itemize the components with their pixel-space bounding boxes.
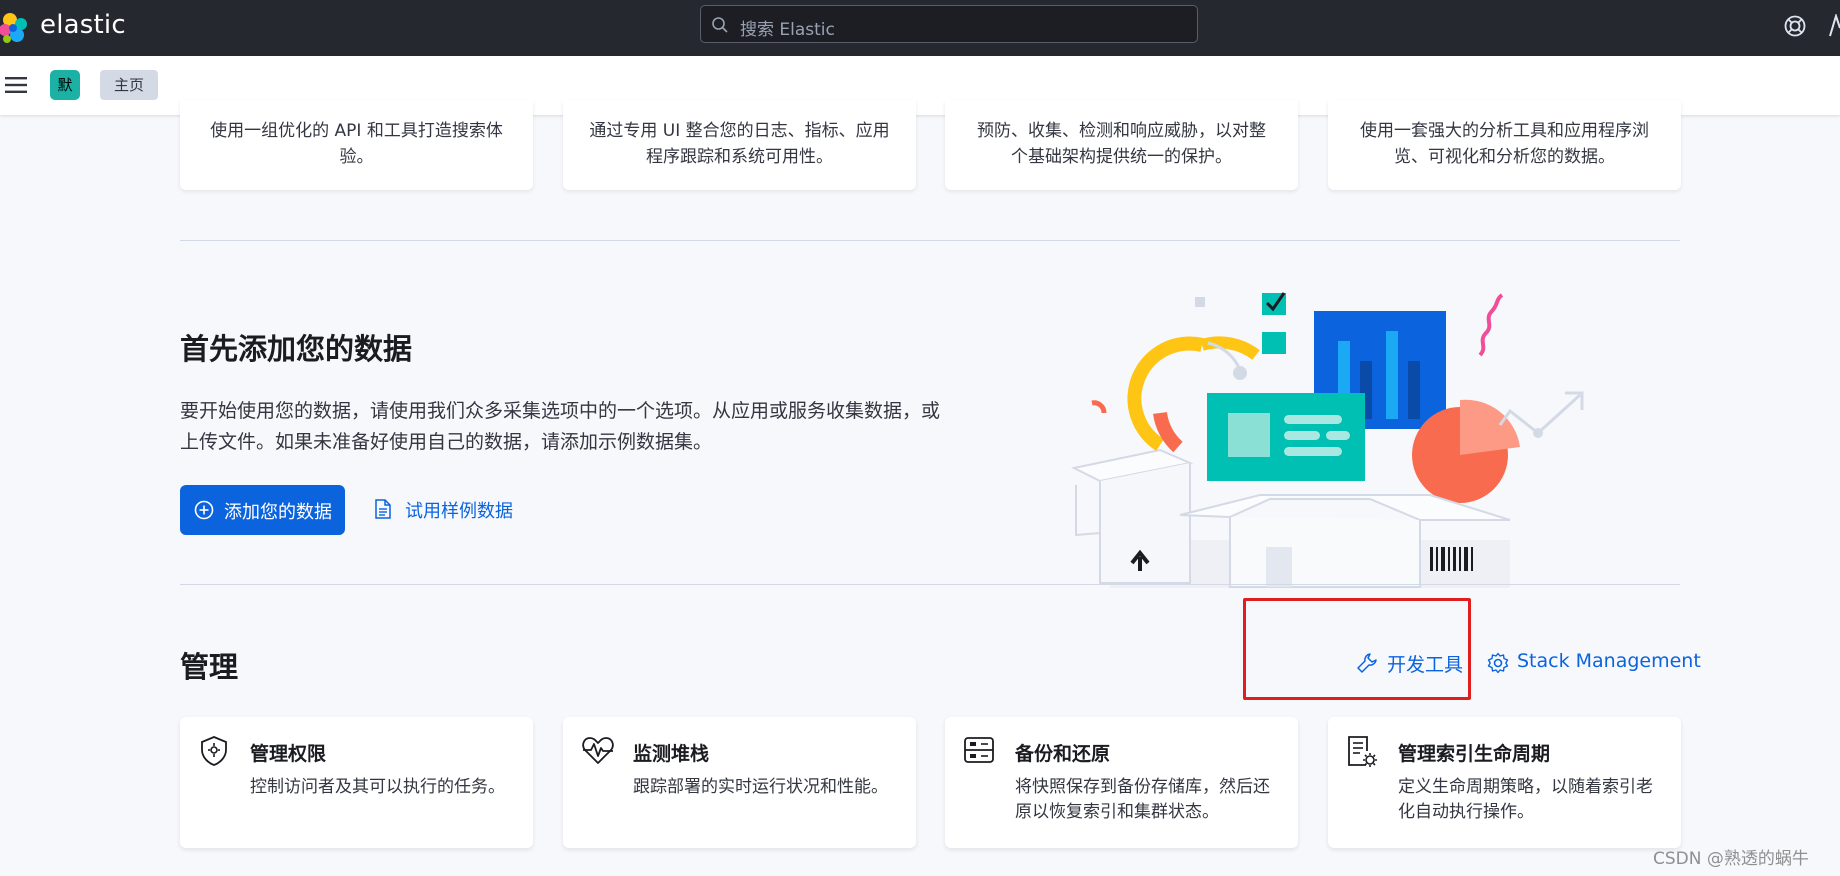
search-input[interactable]: 搜索 Elastic [700,5,1198,43]
solution-card-desc: 使用一组优化的 API 和工具打造搜索体验。 [210,121,503,167]
add-data-description: 要开始使用您的数据，请使用我们众多采集选项中的一个选项。从应用或服务收集数据，或… [180,400,941,453]
solution-card-desc: 使用一套强大的分析工具和应用程序浏览、可视化和分析您的数据。 [1360,121,1649,167]
elastic-logo[interactable] [0,11,30,45]
card-desc: 定义生命周期策略，以随着索引老化自动执行操作。 [1398,777,1653,822]
solution-card-desc: 通过专用 UI 整合您的日志、指标、应用程序跟踪和系统可用性。 [589,121,890,167]
heartbeat-icon [582,737,614,764]
card-desc: 将快照保存到备份存储库，然后还原以恢复索引和集群状态。 [1015,777,1270,822]
menu-icon[interactable] [5,77,27,93]
lifecycle-icon [1348,736,1377,767]
card-desc: 跟踪部署的实时运行状况和性能。 [633,777,888,797]
card-desc: 控制访问者及其可以执行的任务。 [250,777,505,797]
search-icon [712,17,728,33]
stack-management-label: Stack Management [1517,650,1701,672]
section-divider [180,240,1680,241]
plus-circle-icon [194,500,214,520]
add-data-illustration [1070,292,1584,588]
document-icon [375,499,391,519]
solution-card-observability[interactable]: 通过专用 UI 整合您的日志、指标、应用程序跟踪和系统可用性。 [563,100,916,190]
solution-card-desc: 预防、收集、检测和响应威胁，以对整个基础架构提供统一的保护。 [977,121,1266,167]
space-avatar[interactable]: 默 [50,70,80,100]
breadcrumb-home[interactable]: 主页 [100,70,159,100]
add-data-button[interactable]: 添加您的数据 [180,485,345,535]
top-header: elastic 搜索 Elastic [0,0,1840,57]
watermark: CSDN @熟透的蜗牛 [1653,849,1809,869]
storage-icon [964,737,994,763]
user-icon[interactable] [1828,14,1840,38]
card-index-lifecycle[interactable]: 管理索引生命周期 定义生命周期策略，以随着索引老化自动执行操作。 [1328,717,1681,848]
card-title: 监测堆栈 [633,743,710,765]
gear-icon [1487,652,1509,674]
section-divider [180,584,1680,585]
help-icon[interactable] [1783,14,1807,38]
card-title: 备份和还原 [1015,743,1111,765]
shield-icon [201,736,227,766]
add-data-title: 首先添加您的数据 [180,332,413,366]
solution-card-analytics[interactable]: 使用一套强大的分析工具和应用程序浏览、可视化和分析您的数据。 [1328,100,1681,190]
manage-title: 管理 [180,650,239,684]
solution-card-search[interactable]: 使用一组优化的 API 和工具打造搜索体验。 [180,100,533,190]
add-data-button-label: 添加您的数据 [224,502,332,523]
card-title: 管理索引生命周期 [1398,743,1551,765]
card-title: 管理权限 [250,743,327,765]
search-placeholder: 搜索 Elastic [740,20,835,40]
highlight-box [1243,598,1471,700]
card-snapshot-restore[interactable]: 备份和还原 将快照保存到备份存储库，然后还原以恢复索引和集群状态。 [945,717,1298,848]
card-monitor-stack[interactable]: 监测堆栈 跟踪部署的实时运行状况和性能。 [563,717,916,848]
solution-card-security[interactable]: 预防、收集、检测和响应威胁，以对整个基础架构提供统一的保护。 [945,100,1298,190]
brand-name[interactable]: elastic [40,10,126,40]
try-sample-data-label: 试用样例数据 [405,501,513,522]
card-manage-permissions[interactable]: 管理权限 控制访问者及其可以执行的任务。 [180,717,533,848]
